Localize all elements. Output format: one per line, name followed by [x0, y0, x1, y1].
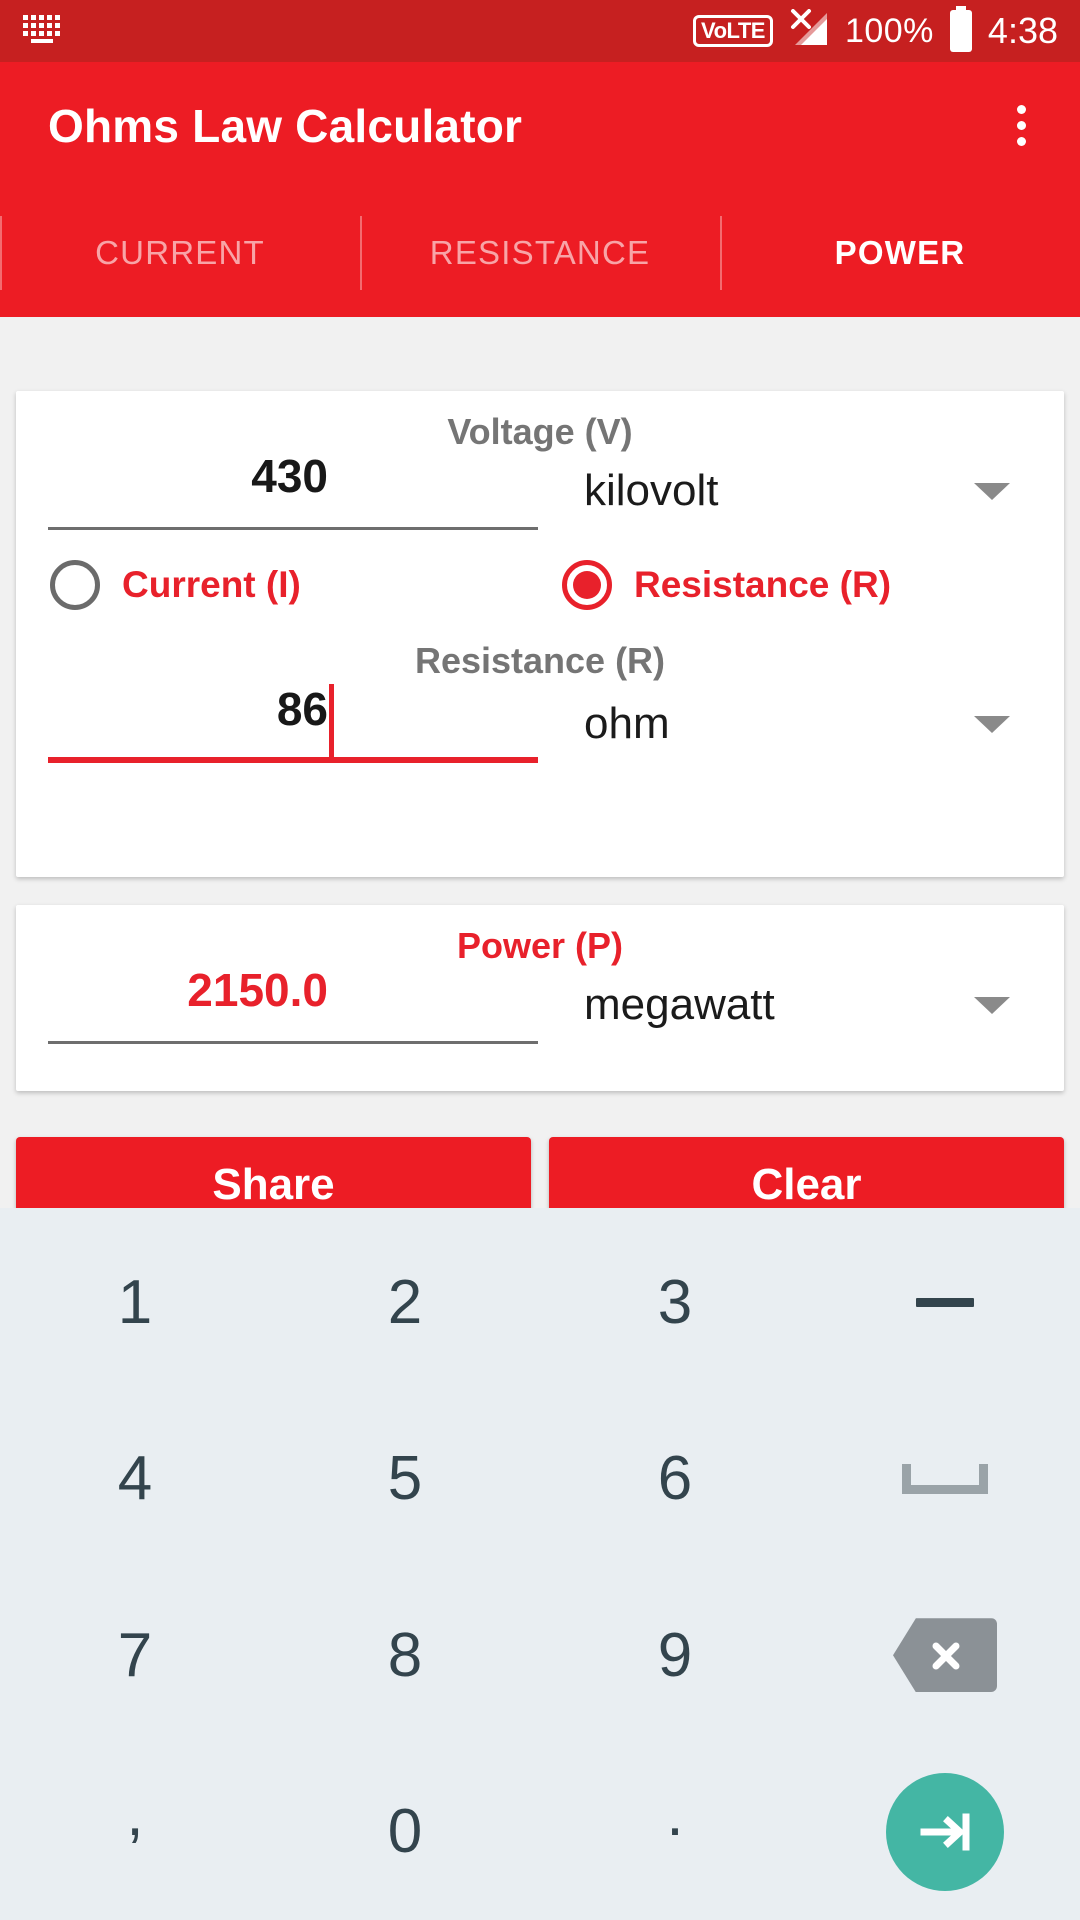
radio-label-resistance: Resistance (R): [634, 564, 892, 605]
status-bar: VoLTE 100% 4:38: [0, 0, 1080, 62]
chevron-down-icon[interactable]: [974, 996, 1010, 1014]
voltage-input-underline: [48, 527, 538, 530]
power-output-value: 2150.0: [187, 964, 328, 1016]
enter-arrow-icon: [886, 1772, 1004, 1891]
keyboard-row-1: 1 2 3: [0, 1214, 1080, 1391]
resistance-input[interactable]: 86: [48, 686, 538, 732]
key-backspace[interactable]: [810, 1567, 1080, 1744]
battery-full-icon: [948, 5, 974, 57]
chevron-down-icon[interactable]: [974, 482, 1010, 500]
key-period[interactable]: .: [540, 1744, 810, 1920]
resistance-unit-label: ohm: [584, 699, 670, 748]
tab-resistance[interactable]: RESISTANCE: [360, 208, 720, 298]
power-label: Power (P): [456, 925, 624, 966]
voltage-unit-select[interactable]: kilovolt: [538, 466, 1048, 538]
page-title: Ohms Law Calculator: [48, 99, 523, 152]
power-field-row: 2150.0 megawatt: [16, 967, 1064, 1052]
key-1[interactable]: 1: [0, 1214, 270, 1391]
voltage-field-row: 430 kilovolt: [16, 453, 1064, 538]
chevron-down-icon[interactable]: [974, 715, 1010, 733]
mode-radio-group: Current (I) Resistance (R): [16, 560, 1064, 610]
power-output-wrap: 2150.0: [48, 967, 538, 1052]
key-6[interactable]: 6: [540, 1391, 810, 1568]
key-minus[interactable]: [810, 1214, 1080, 1391]
key-3[interactable]: 3: [540, 1214, 810, 1391]
radio-unchecked-icon[interactable]: [50, 560, 100, 610]
backspace-icon: [893, 1618, 997, 1693]
resistance-label: Resistance (R): [414, 640, 666, 681]
app-bar: Ohms Law Calculator: [0, 62, 1080, 189]
key-7[interactable]: 7: [0, 1567, 270, 1744]
voltage-input[interactable]: 430: [48, 453, 538, 499]
key-9[interactable]: 9: [540, 1567, 810, 1744]
resistance-input-wrap[interactable]: 86: [48, 684, 538, 771]
signal-no-service-icon: [787, 8, 831, 54]
volte-badge: VoLTE: [693, 15, 773, 47]
key-comma[interactable]: ,: [0, 1744, 270, 1920]
status-bar-left: [22, 14, 66, 49]
radio-option-resistance[interactable]: Resistance (R): [540, 560, 1030, 610]
key-space[interactable]: [810, 1391, 1080, 1568]
spacebar-icon: [902, 1463, 988, 1494]
clock-label: 4:38: [987, 10, 1058, 51]
radio-checked-icon[interactable]: [562, 560, 612, 610]
tab-bar: CURRENT RESISTANCE POWER: [0, 189, 1080, 317]
resistance-input-underline: [48, 757, 538, 763]
text-cursor: [329, 684, 334, 758]
resistance-field-row: 86 ohm: [16, 684, 1064, 771]
power-unit-select[interactable]: megawatt: [538, 980, 1048, 1052]
content-area: Voltage (V) 430 kilovolt Current (I) Res…: [0, 317, 1080, 1212]
app-root: VoLTE 100% 4:38 Ohms Law Calculator CURR…: [0, 0, 1080, 1920]
key-5[interactable]: 5: [270, 1391, 540, 1568]
keyboard-row-4: , 0 .: [0, 1744, 1080, 1920]
voltage-unit-label: kilovolt: [584, 466, 719, 515]
minus-icon: [916, 1297, 974, 1307]
voltage-input-wrap[interactable]: 430: [48, 453, 538, 538]
input-card: Voltage (V) 430 kilovolt Current (I) Res…: [16, 391, 1064, 877]
power-unit-label: megawatt: [584, 980, 775, 1029]
tab-current[interactable]: CURRENT: [0, 208, 360, 298]
battery-percent-label: 100%: [844, 11, 934, 50]
key-0[interactable]: 0: [270, 1744, 540, 1920]
keyboard-icon: [22, 14, 66, 49]
keyboard-row-2: 4 5 6: [0, 1391, 1080, 1568]
key-2[interactable]: 2: [270, 1214, 540, 1391]
result-card: Power (P) 2150.0 megawatt: [16, 905, 1064, 1091]
keyboard-row-3: 7 8 9: [0, 1567, 1080, 1744]
radio-label-current: Current (I): [122, 564, 301, 605]
resistance-unit-select[interactable]: ohm: [538, 699, 1048, 771]
overflow-menu-icon[interactable]: [1005, 93, 1038, 158]
key-4[interactable]: 4: [0, 1391, 270, 1568]
radio-option-current[interactable]: Current (I): [50, 560, 540, 610]
key-enter[interactable]: [810, 1744, 1080, 1920]
voltage-label: Voltage (V): [447, 411, 633, 452]
status-bar-right: VoLTE 100% 4:38: [693, 5, 1058, 57]
power-output-underline: [48, 1041, 538, 1044]
tab-power[interactable]: POWER: [720, 208, 1080, 298]
numeric-keyboard: 1 2 3 4 5 6 7 8 9 , 0 .: [0, 1208, 1080, 1920]
key-8[interactable]: 8: [270, 1567, 540, 1744]
